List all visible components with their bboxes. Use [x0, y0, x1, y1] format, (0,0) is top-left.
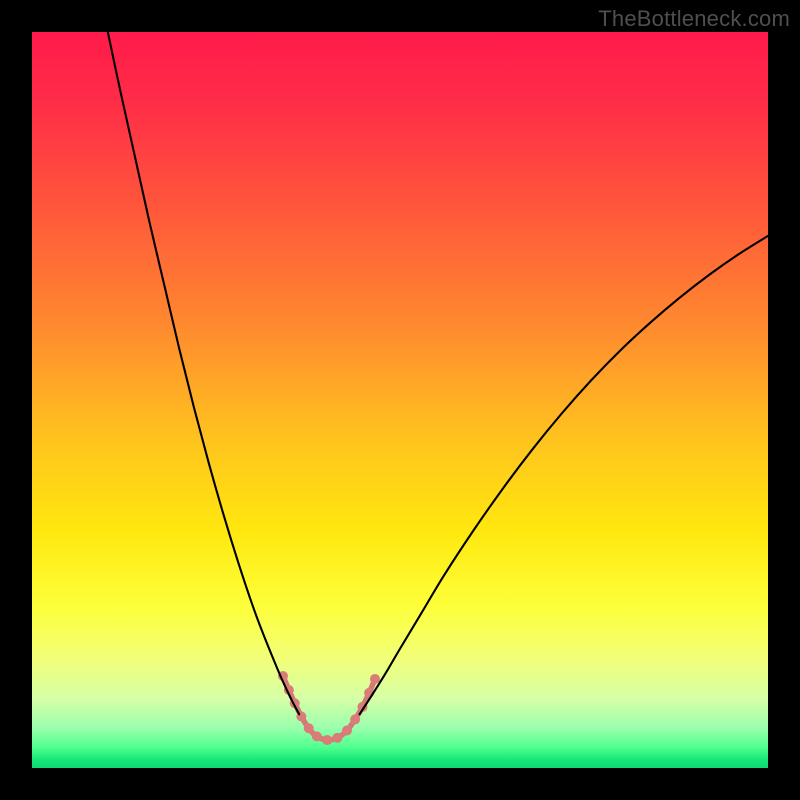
curve-layer	[32, 32, 768, 768]
left-curve	[108, 32, 299, 714]
chart-frame: TheBottleneck.com	[0, 0, 800, 800]
plot-area	[32, 32, 768, 768]
watermark-text: TheBottleneck.com	[598, 6, 790, 32]
right-curve	[360, 236, 768, 714]
